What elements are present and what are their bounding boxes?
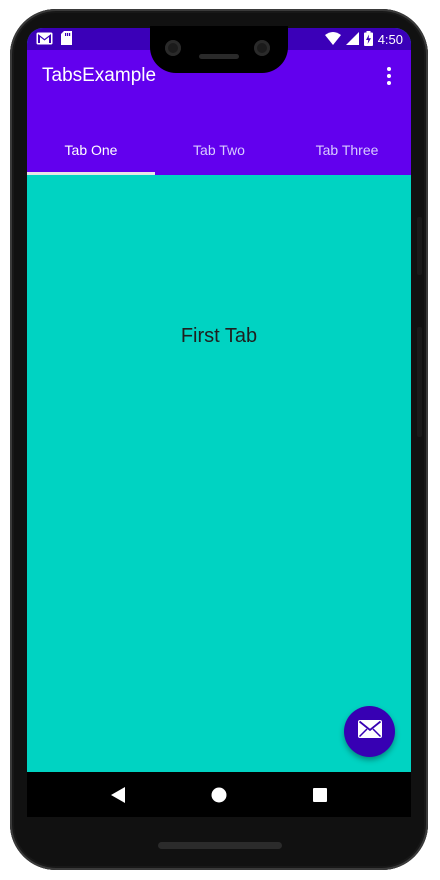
volume-button (417, 327, 422, 437)
status-time: 4:50 (377, 32, 403, 47)
sd-card-icon (61, 31, 72, 50)
display-notch (150, 26, 288, 73)
bottom-speaker (158, 842, 282, 849)
gmail-icon (36, 32, 53, 50)
wifi-icon (324, 32, 341, 48)
earpiece-speaker (199, 54, 239, 59)
navigation-bar (27, 772, 411, 817)
back-icon[interactable] (106, 783, 130, 807)
more-vert-icon[interactable] (379, 66, 399, 86)
battery-charging-icon (363, 31, 373, 49)
home-icon[interactable] (207, 783, 231, 807)
tab-one[interactable]: Tab One (27, 125, 155, 175)
tab-three[interactable]: Tab Three (283, 125, 411, 175)
mail-icon (357, 720, 382, 743)
app-title: TabsExample (42, 65, 157, 86)
signal-icon (345, 32, 359, 48)
screen: 4:50 TabsExample Tab One Tab Two Tab Thr… (27, 28, 411, 817)
recents-icon[interactable] (308, 783, 332, 807)
content-label: First Tab (180, 325, 258, 347)
power-button (417, 217, 422, 275)
tab-bar: Tab One Tab Two Tab Three (27, 125, 411, 175)
tab-two[interactable]: Tab Two (155, 125, 283, 175)
front-camera-icon (165, 40, 181, 56)
mail-fab-button[interactable] (344, 706, 395, 757)
front-camera-icon (254, 40, 270, 56)
